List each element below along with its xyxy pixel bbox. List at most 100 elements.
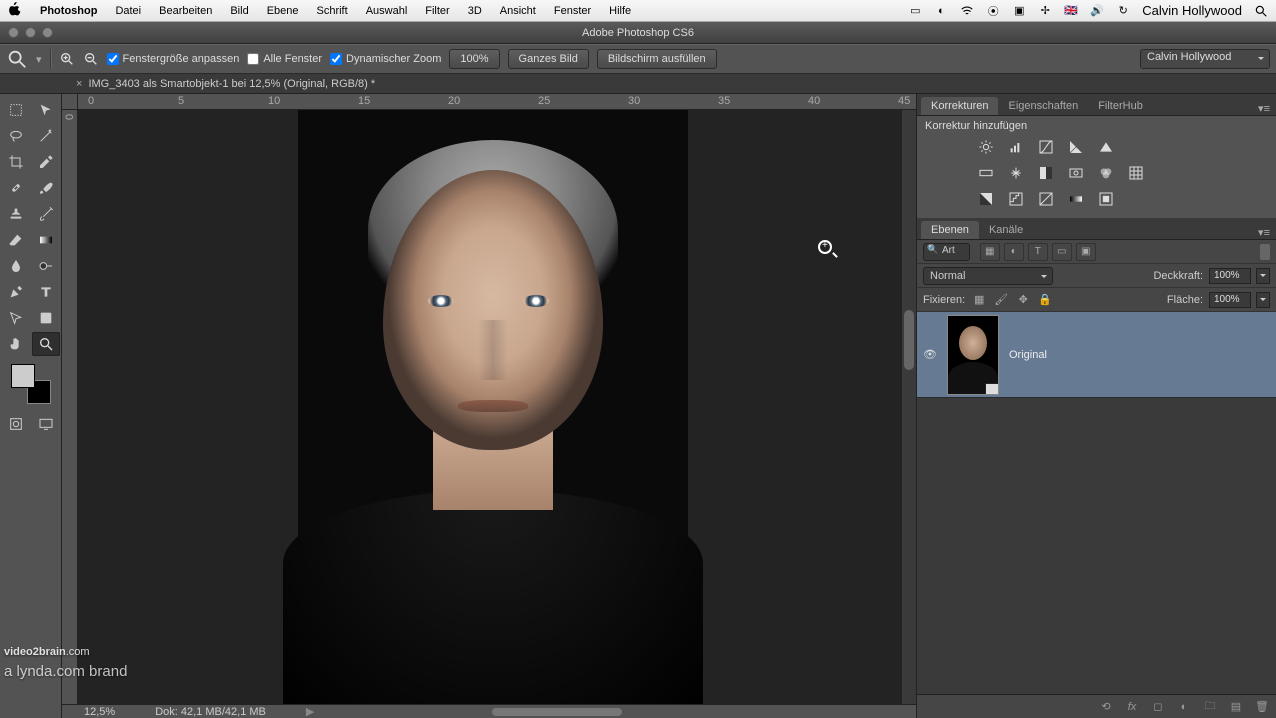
selective-color-icon[interactable] [1095, 188, 1117, 210]
spotlight-icon[interactable] [1254, 4, 1268, 18]
dynamic-zoom-checkbox[interactable]: Dynamischer Zoom [330, 53, 441, 65]
stamp-tool[interactable] [2, 202, 30, 226]
traffic-lights[interactable] [8, 27, 53, 38]
menu-ansicht[interactable]: Ansicht [500, 5, 536, 17]
curves-icon[interactable] [1035, 136, 1057, 158]
move-tool[interactable] [32, 98, 60, 122]
hue-sat-icon[interactable] [975, 162, 997, 184]
tab-close-icon[interactable]: × [76, 78, 82, 90]
adjustments-panel-menu-icon[interactable]: ▾≡ [1252, 102, 1276, 115]
filter-text-icon[interactable]: T [1028, 243, 1048, 261]
color-swatches[interactable] [11, 364, 51, 404]
quickmask-tool[interactable] [2, 412, 30, 436]
monitor-icon[interactable]: ▣ [1012, 4, 1026, 18]
ruler-vertical[interactable]: 0 [62, 110, 78, 704]
timemachine-icon[interactable]: ◐ [934, 4, 948, 18]
tab-kanaele[interactable]: Kanäle [979, 221, 1033, 239]
menu-datei[interactable]: Datei [115, 5, 141, 17]
fit-all-button[interactable]: Ganzes Bild [508, 49, 589, 69]
layer-filter-kind[interactable]: Art [923, 243, 970, 261]
status-zoom[interactable]: 12,5% [84, 706, 115, 718]
layer-group-icon[interactable]: 🗀 [1202, 699, 1218, 715]
eyedropper-tool[interactable] [32, 150, 60, 174]
fill-screen-button[interactable]: Bildschirm ausfüllen [597, 49, 717, 69]
lock-transparency-icon[interactable]: ▦ [971, 292, 987, 308]
menu-photoshop[interactable]: Photoshop [40, 5, 97, 17]
lock-position-icon[interactable]: ✥ [1015, 292, 1031, 308]
lock-pixels-icon[interactable]: 🖌 [993, 292, 1009, 308]
exposure-icon[interactable] [1065, 136, 1087, 158]
hand-tool[interactable] [2, 332, 30, 356]
layer-filter-toggle[interactable] [1260, 244, 1270, 260]
scrollbar-vertical[interactable] [902, 110, 916, 704]
link-layers-icon[interactable]: ⟲ [1098, 699, 1114, 715]
all-windows-checkbox[interactable]: Alle Fenster [247, 53, 322, 65]
fit-window-checkbox[interactable]: Fenstergröße anpassen [107, 53, 240, 65]
tab-ebenen[interactable]: Ebenen [921, 221, 979, 239]
lock-all-icon[interactable]: 🔒 [1037, 292, 1053, 308]
menubar-user[interactable]: Calvin Hollywood [1142, 3, 1242, 18]
layer-thumbnail[interactable] [947, 315, 999, 395]
sync-icon[interactable]: ↻ [1116, 4, 1130, 18]
text-tool[interactable] [32, 280, 60, 304]
eraser-tool[interactable] [2, 228, 30, 252]
bluetooth-icon[interactable]: ⦿ [986, 4, 1000, 18]
display-icon[interactable]: ▭ [908, 4, 922, 18]
crop-tool[interactable] [2, 150, 30, 174]
layer-visibility-icon[interactable]: 👁 [917, 348, 943, 361]
photo-filter-icon[interactable] [1065, 162, 1087, 184]
color-lookup-icon[interactable] [1125, 162, 1147, 184]
gradient-tool[interactable] [32, 228, 60, 252]
workspace-name[interactable]: Calvin Hollywood [1140, 49, 1270, 69]
menu-schrift[interactable]: Schrift [317, 5, 348, 17]
layer-name[interactable]: Original [1009, 349, 1047, 361]
threshold-icon[interactable] [1035, 188, 1057, 210]
menu-bearbeiten[interactable]: Bearbeiten [159, 5, 212, 17]
adjustment-layer-icon[interactable]: ◐ [1176, 699, 1192, 715]
filter-pixel-icon[interactable]: ▦ [980, 243, 1000, 261]
apple-icon[interactable] [8, 2, 22, 19]
blend-mode-select[interactable]: Normal [923, 267, 1053, 285]
posterize-icon[interactable] [1005, 188, 1027, 210]
opacity-drop-icon[interactable] [1256, 268, 1270, 284]
menu-bild[interactable]: Bild [230, 5, 248, 17]
ruler-horizontal[interactable]: 0 5 10 15 20 25 30 35 40 45 [78, 94, 916, 110]
layers-panel-menu-icon[interactable]: ▾≡ [1252, 226, 1276, 239]
filter-shape-icon[interactable]: ▭ [1052, 243, 1072, 261]
magic-wand-tool[interactable] [32, 124, 60, 148]
pen-tool[interactable] [2, 280, 30, 304]
invert-icon[interactable] [975, 188, 997, 210]
gradient-map-icon[interactable] [1065, 188, 1087, 210]
crosshair-icon[interactable]: ✢ [1038, 4, 1052, 18]
menu-ebene[interactable]: Ebene [267, 5, 299, 17]
layer-row[interactable]: 👁 Original [917, 312, 1276, 398]
menu-auswahl[interactable]: Auswahl [366, 5, 408, 17]
brightness-contrast-icon[interactable] [975, 136, 997, 158]
tab-eigenschaften[interactable]: Eigenschaften [998, 97, 1088, 115]
zoom-100-button[interactable]: 100% [449, 49, 499, 69]
lasso-tool[interactable] [2, 124, 30, 148]
vibrance-icon[interactable] [1095, 136, 1117, 158]
channel-mixer-icon[interactable] [1095, 162, 1117, 184]
filter-smart-icon[interactable]: ▣ [1076, 243, 1096, 261]
shape-tool[interactable] [32, 306, 60, 330]
history-brush-tool[interactable] [32, 202, 60, 226]
volume-icon[interactable]: 🔊 [1090, 4, 1104, 18]
menu-hilfe[interactable]: Hilfe [609, 5, 631, 17]
opacity-input[interactable] [1209, 268, 1251, 284]
fg-color-swatch[interactable] [11, 364, 35, 388]
bw-icon[interactable] [1035, 162, 1057, 184]
path-select-tool[interactable] [2, 306, 30, 330]
ruler-corner[interactable] [62, 94, 78, 110]
blur-tool[interactable] [2, 254, 30, 278]
zoom-in-icon[interactable] [59, 51, 75, 67]
marquee-tool[interactable] [2, 98, 30, 122]
color-balance-icon[interactable] [1005, 162, 1027, 184]
flag-icon[interactable]: 🇬🇧 [1064, 4, 1078, 18]
dodge-tool[interactable] [32, 254, 60, 278]
menu-fenster[interactable]: Fenster [554, 5, 591, 17]
menu-3d[interactable]: 3D [468, 5, 482, 17]
brush-tool[interactable] [32, 176, 60, 200]
layer-mask-icon[interactable]: ◻ [1150, 699, 1166, 715]
delete-layer-icon[interactable]: 🗑 [1254, 699, 1270, 715]
